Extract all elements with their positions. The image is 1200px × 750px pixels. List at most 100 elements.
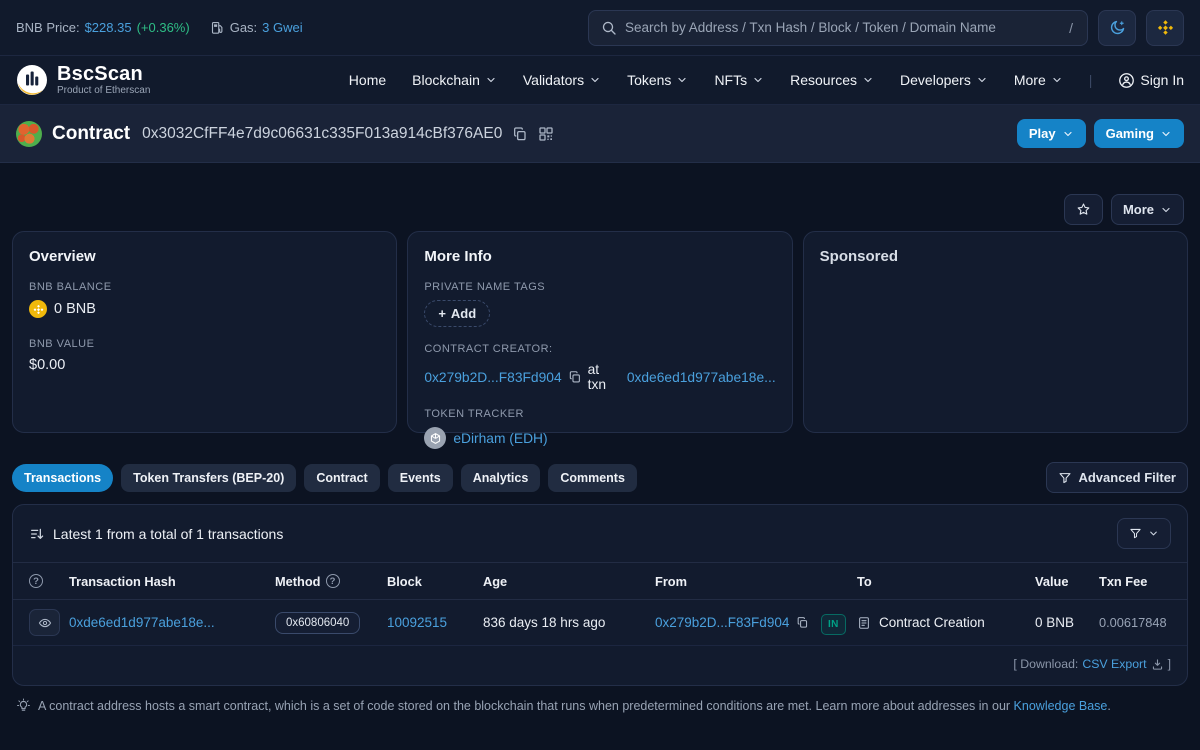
method-help-icon[interactable]: ? — [326, 574, 340, 588]
csv-export-link[interactable]: CSV Export — [1082, 657, 1146, 671]
gas-label: Gas: — [230, 20, 257, 35]
download-suffix: ] — [1168, 657, 1171, 671]
token-tracker-link[interactable]: eDirham (EDH) — [453, 431, 547, 446]
bnb-price-value[interactable]: $228.35 — [85, 20, 132, 35]
actions-row: More — [16, 194, 1184, 225]
contract-address: 0x3032CfFF4e7d9c06631c335F013a914cBf376A… — [142, 125, 502, 143]
token-tracker-label: TOKEN TRACKER — [424, 408, 775, 420]
col-txn-fee-toggle[interactable]: Txn Fee — [1099, 574, 1171, 589]
chevron-down-icon — [1062, 128, 1074, 140]
gas-tracker: Gas: 3 Gwei — [210, 20, 303, 35]
search-input[interactable] — [625, 20, 1059, 35]
chevron-down-icon — [676, 74, 688, 86]
address-identicon — [16, 121, 42, 147]
col-to: To — [857, 574, 1035, 589]
tab-transactions[interactable]: Transactions — [12, 464, 113, 492]
gas-pump-icon — [210, 20, 225, 35]
method-badge: 0x60806040 — [275, 612, 360, 634]
nav-item-more[interactable]: More — [1014, 72, 1063, 88]
table-filter-button[interactable] — [1117, 518, 1171, 549]
bnb-price-label: BNB Price: — [16, 20, 80, 35]
chevron-down-icon — [485, 74, 497, 86]
txn-hash-link[interactable]: 0xde6ed1d977abe18e... — [69, 615, 215, 630]
lightbulb-icon — [16, 698, 31, 713]
transactions-panel: Latest 1 from a total of 1 transactions … — [12, 504, 1188, 686]
brand-name: BscScan — [57, 64, 150, 85]
chevron-down-icon — [1051, 74, 1063, 86]
network-button[interactable] — [1146, 10, 1184, 46]
help-icon[interactable]: ? — [29, 574, 43, 588]
search-shortcut-hint: / — [1067, 20, 1075, 36]
info-note: A contract address hosts a smart contrac… — [16, 698, 1184, 713]
qr-code-icon[interactable] — [538, 126, 554, 142]
gaming-button[interactable]: Gaming — [1094, 119, 1184, 148]
overview-card: Overview BNB BALANCE 0 BNB BNB VALUE $0.… — [12, 231, 397, 433]
copy-address-icon[interactable] — [512, 126, 528, 142]
preview-txn-button[interactable] — [29, 609, 60, 636]
topbar: BNB Price: $228.35 (+0.36%) Gas: 3 Gwei … — [0, 0, 1200, 56]
creator-address-link[interactable]: 0x279b2D...F83Fd904 — [424, 370, 561, 385]
info-cards: Overview BNB BALANCE 0 BNB BNB VALUE $0.… — [12, 231, 1188, 433]
tab-analytics[interactable]: Analytics — [461, 464, 541, 492]
gas-value[interactable]: 3 Gwei — [262, 20, 302, 35]
star-icon — [1076, 202, 1091, 217]
at-txn-text: at txn — [588, 362, 621, 392]
table-footer: [ Download: CSV Export ] — [13, 646, 1187, 685]
more-options-button[interactable]: More — [1111, 194, 1184, 225]
sign-in-button[interactable]: Sign In — [1118, 72, 1184, 89]
brand-logo[interactable]: BscScan Product of Etherscan — [16, 64, 150, 97]
bnb-balance-label: BNB BALANCE — [29, 281, 380, 293]
theme-toggle-button[interactable] — [1098, 10, 1136, 46]
private-name-tags-label: PRIVATE NAME TAGS — [424, 281, 775, 293]
chevron-down-icon — [862, 74, 874, 86]
col-from: From — [655, 574, 821, 589]
nav-item-resources[interactable]: Resources — [790, 72, 874, 88]
bnb-network-icon — [1157, 19, 1174, 36]
play-button[interactable]: Play — [1017, 119, 1086, 148]
copy-from-icon[interactable] — [796, 616, 809, 629]
from-address-link[interactable]: 0x279b2D...F83Fd904 — [655, 615, 789, 630]
chevron-down-icon — [1160, 128, 1172, 140]
navbar: BscScan Product of Etherscan Home Blockc… — [0, 56, 1200, 105]
tab-contract[interactable]: Contract — [304, 464, 379, 492]
download-prefix: [ Download: — [1013, 657, 1078, 671]
nav-item-home[interactable]: Home — [349, 72, 386, 88]
add-name-tag-button[interactable]: + Add — [424, 300, 490, 327]
sponsored-card: Sponsored — [803, 231, 1188, 433]
user-icon — [1118, 72, 1135, 89]
tab-token-transfers[interactable]: Token Transfers (BEP-20) — [121, 464, 296, 492]
tab-events[interactable]: Events — [388, 464, 453, 492]
col-age-toggle[interactable]: Age — [483, 574, 655, 589]
page-title: Contract — [52, 123, 130, 145]
knowledge-base-link[interactable]: Knowledge Base — [1014, 699, 1108, 713]
table-header-row: ? Transaction Hash Method? Block Age Fro… — [13, 562, 1187, 600]
contract-doc-icon — [857, 616, 871, 630]
brand-subtitle: Product of Etherscan — [57, 86, 150, 97]
to-cell-text: Contract Creation — [879, 615, 985, 630]
col-value: Value — [1035, 574, 1099, 589]
tab-comments[interactable]: Comments — [548, 464, 637, 492]
block-link[interactable]: 10092515 — [387, 615, 447, 630]
creation-txn-link[interactable]: 0xde6ed1d977abe18e... — [627, 370, 776, 385]
filter-funnel-icon — [1058, 471, 1072, 485]
copy-creator-icon[interactable] — [568, 370, 582, 384]
contract-header: Contract 0x3032CfFF4e7d9c06631c335F013a9… — [0, 105, 1200, 163]
search-bar[interactable]: / — [588, 10, 1088, 46]
bnb-price: BNB Price: $228.35 (+0.36%) — [16, 20, 190, 35]
nav-item-blockchain[interactable]: Blockchain — [412, 72, 497, 88]
eye-icon — [38, 616, 52, 630]
moon-icon — [1109, 19, 1126, 36]
nav-item-nfts[interactable]: NFTs — [714, 72, 764, 88]
bnb-price-change: (+0.36%) — [137, 20, 190, 35]
favorite-star-button[interactable] — [1064, 194, 1103, 225]
advanced-filter-button[interactable]: Advanced Filter — [1046, 462, 1188, 493]
overview-title: Overview — [29, 248, 380, 265]
nav-item-validators[interactable]: Validators — [523, 72, 601, 88]
chevron-down-icon — [976, 74, 988, 86]
filter-funnel-icon — [1129, 527, 1142, 540]
age-cell: 836 days 18 hrs ago — [483, 615, 655, 630]
nav-item-developers[interactable]: Developers — [900, 72, 988, 88]
more-info-title: More Info — [424, 248, 775, 265]
nav-item-tokens[interactable]: Tokens — [627, 72, 688, 88]
value-cell: 0 BNB — [1035, 615, 1099, 630]
